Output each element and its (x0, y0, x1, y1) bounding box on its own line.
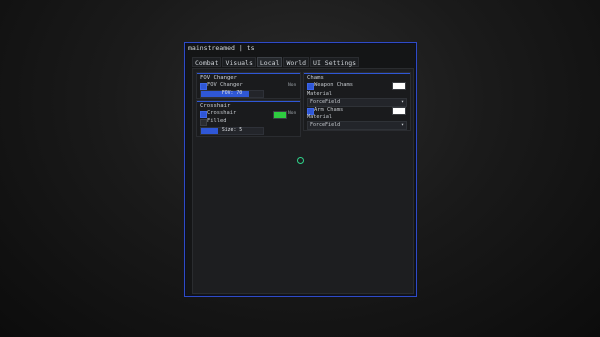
panel-accent (304, 73, 410, 74)
filled-label: Filled (207, 118, 227, 124)
chams-panel: Chams Weapon Chams Material ForceField ▾… (303, 72, 411, 131)
arm-chams-color-swatch[interactable] (392, 107, 406, 115)
chevron-down-icon: ▾ (400, 99, 404, 105)
tab-world[interactable]: World (283, 57, 310, 67)
panel-accent (197, 73, 300, 74)
panel-accent (197, 101, 300, 102)
arm-chams-label: Arm Chams (314, 107, 344, 113)
crosshair-color-swatch[interactable] (273, 111, 287, 119)
window-title: mainstreamed | ts (188, 44, 255, 52)
chams-panel-title: Chams (307, 75, 324, 81)
fov-changer-label: FOV Changer (207, 82, 243, 88)
tab-bar: Combat Visuals Local World UI Settings (192, 57, 360, 67)
fov-slider[interactable]: FOV: 70 (200, 90, 264, 98)
weapon-chams-checkbox[interactable] (307, 83, 314, 90)
material-value-2: ForceField (310, 122, 341, 128)
crosshair-keybind[interactable]: Non (288, 111, 296, 116)
crosshair-panel: Crosshair Crosshair Non Filled Size: 5 (196, 100, 301, 137)
material-dropdown-1[interactable]: ForceField ▾ (307, 98, 407, 107)
tab-ui-settings[interactable]: UI Settings (310, 57, 360, 67)
tab-visuals[interactable]: Visuals (222, 57, 256, 67)
fov-panel: FOV Changer FOV Changer Non FOV: 70 (196, 72, 301, 99)
tab-combat[interactable]: Combat (192, 57, 222, 67)
fov-slider-value: FOV: 70 (221, 91, 243, 96)
main-window: mainstreamed | ts Combat Visuals Local W… (184, 42, 417, 297)
fov-panel-title: FOV Changer (200, 75, 238, 81)
tab-content: FOV Changer FOV Changer Non FOV: 70 Cros… (192, 68, 414, 294)
weapon-chams-label: Weapon Chams (314, 82, 353, 88)
fov-keybind[interactable]: Non (288, 83, 296, 88)
material-label-2: Material (307, 114, 332, 120)
chevron-down-icon: ▾ (400, 122, 404, 128)
material-dropdown-2[interactable]: ForceField ▾ (307, 121, 407, 130)
crosshair-label: Crosshair (207, 110, 237, 116)
crosshair-size-slider[interactable]: Size: 5 (200, 127, 264, 135)
fov-changer-checkbox[interactable] (200, 83, 207, 90)
weapon-chams-color-swatch[interactable] (392, 82, 406, 90)
crosshair-cursor-icon (297, 157, 304, 164)
crosshair-panel-title: Crosshair (200, 103, 231, 109)
crosshair-checkbox[interactable] (200, 111, 207, 118)
material-value-1: ForceField (310, 99, 341, 105)
tab-local[interactable]: Local (256, 57, 283, 67)
material-label-1: Material (307, 91, 332, 97)
crosshair-size-value: Size: 5 (221, 128, 243, 133)
filled-checkbox[interactable] (200, 119, 207, 126)
